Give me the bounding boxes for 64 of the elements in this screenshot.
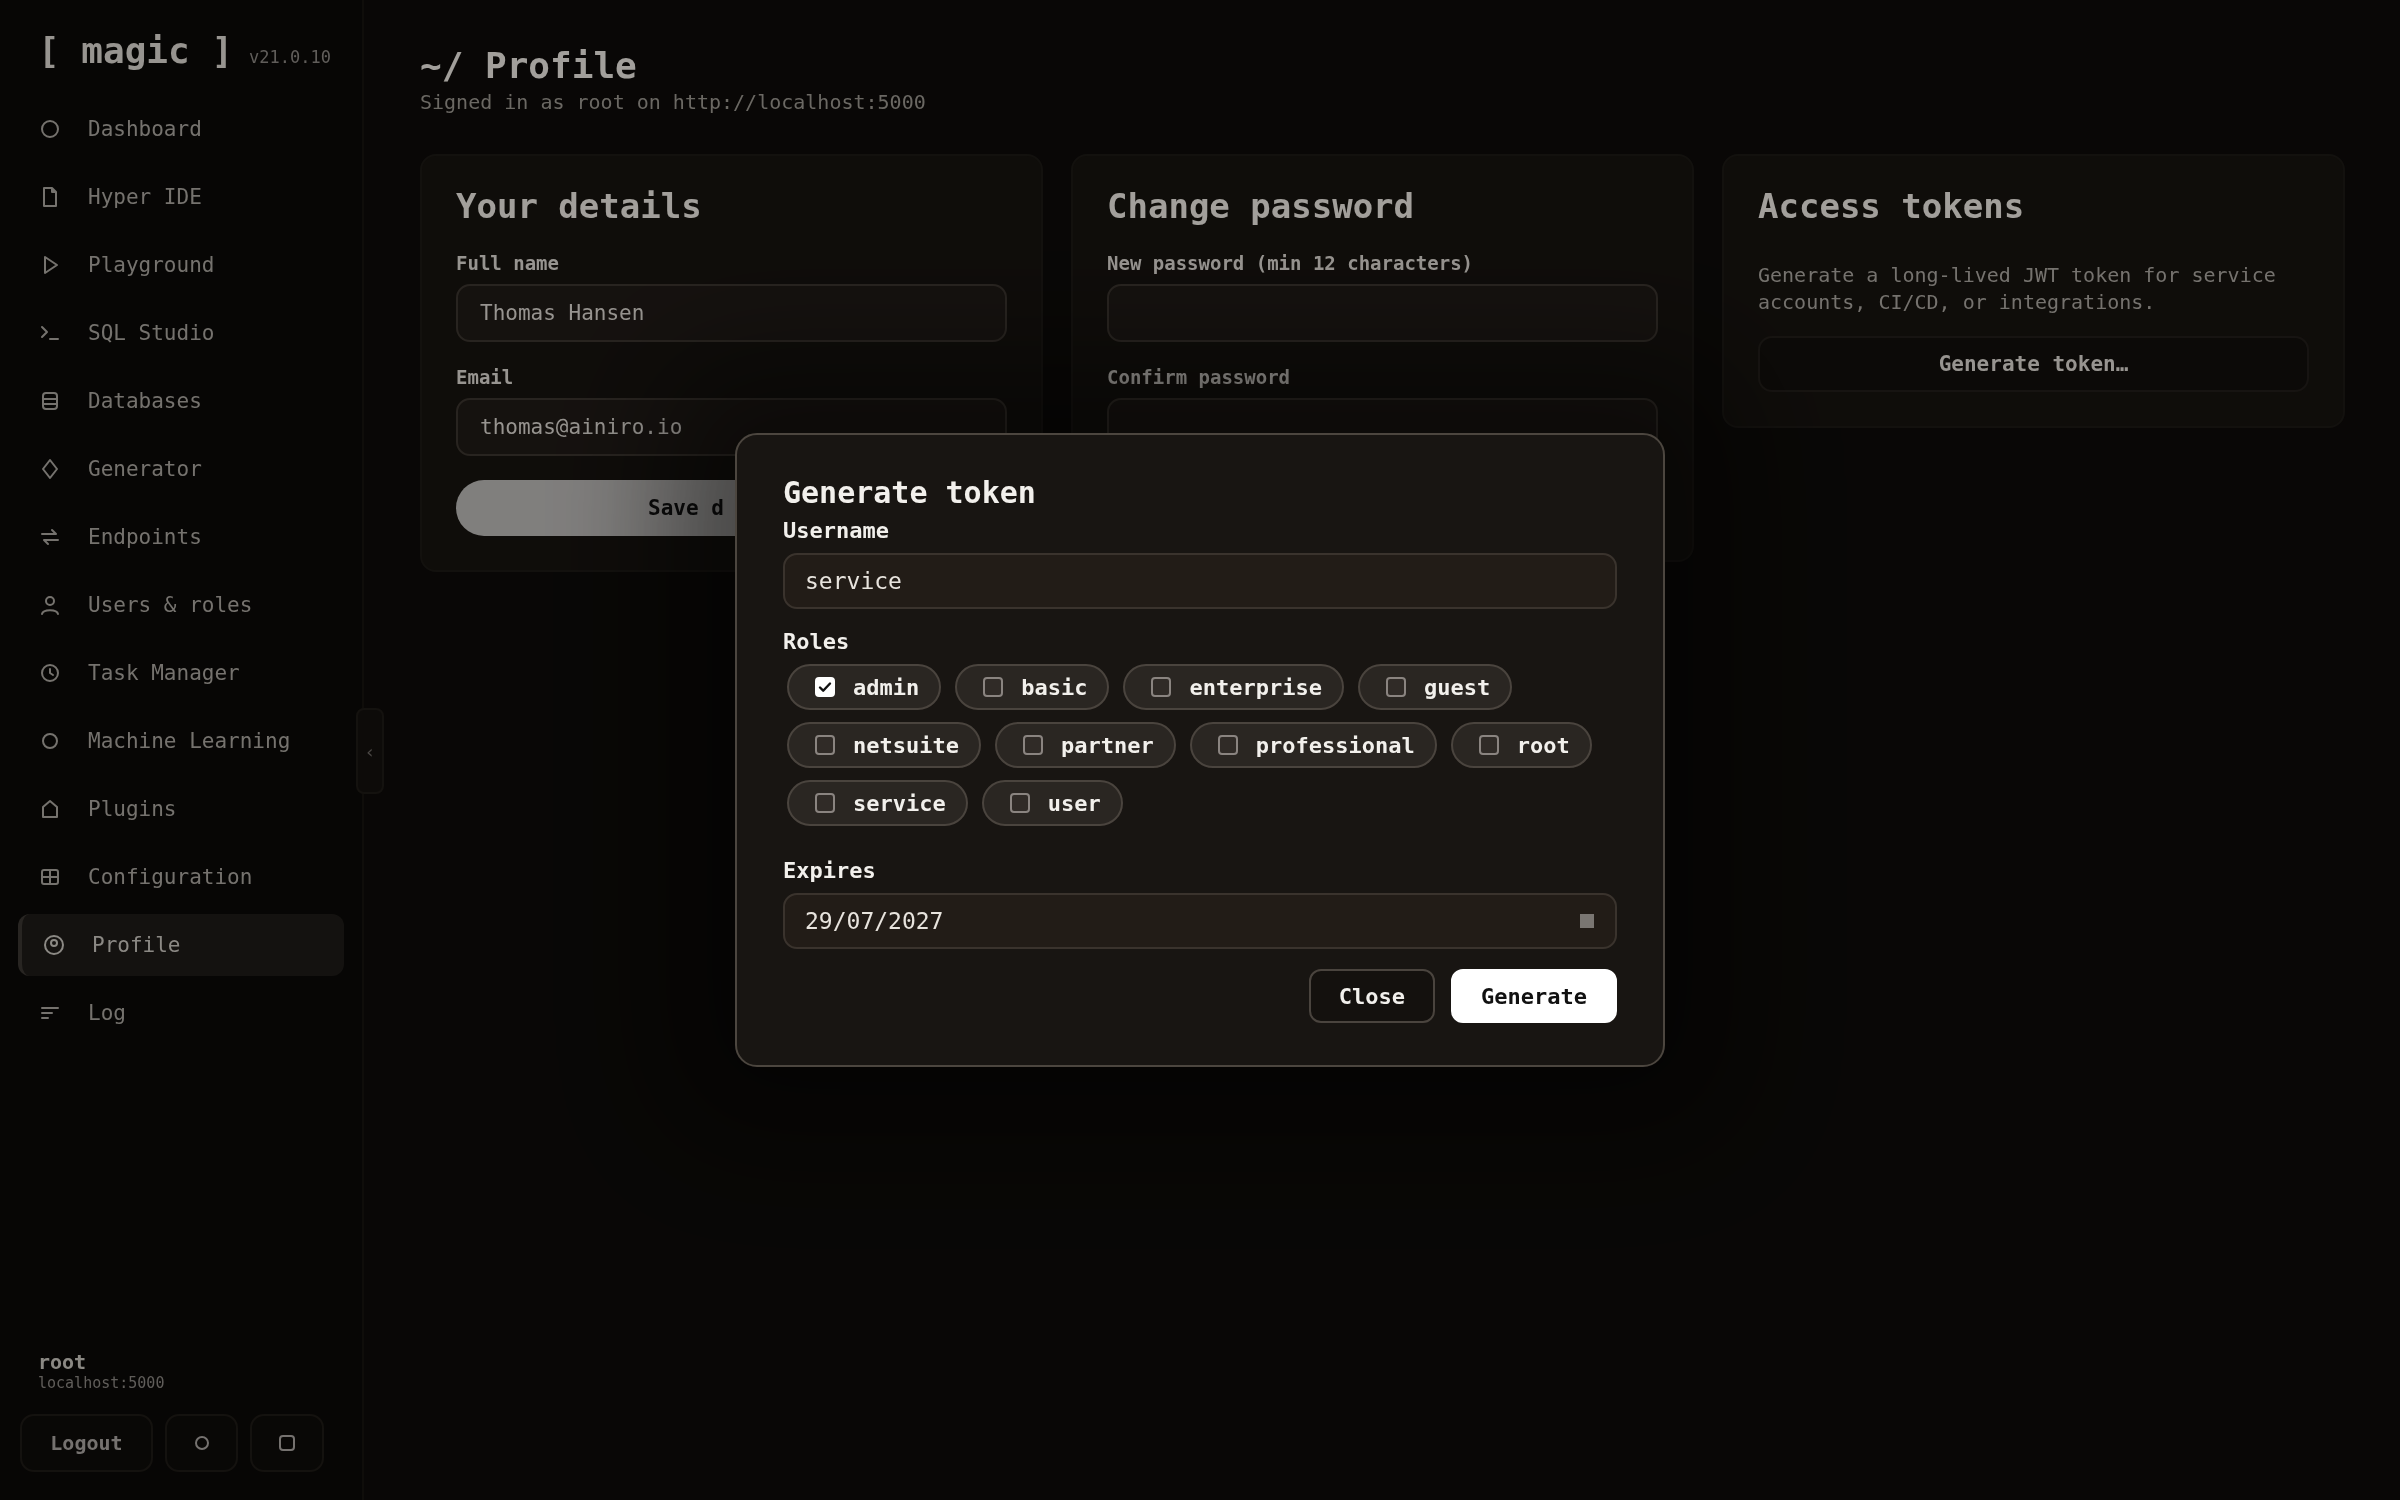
card-title: Access tokens — [1758, 186, 2026, 226]
sidebar-item[interactable]: Plugins — [18, 785, 344, 833]
field-label: Email — [456, 366, 514, 388]
checkbox[interactable] — [1009, 793, 1030, 813]
clock-icon — [38, 661, 62, 685]
input-field[interactable]: Thomas Hansen — [456, 284, 1007, 342]
settings-button[interactable] — [250, 1414, 324, 1472]
sidebar-item[interactable]: SQL Studio — [18, 309, 344, 357]
sidebar-item[interactable]: Log — [18, 989, 344, 1037]
field-label: Confirm password — [1107, 366, 1291, 388]
role-chip[interactable]: user — [981, 780, 1123, 826]
checkbox[interactable] — [1385, 677, 1406, 697]
sidebar-item[interactable]: Generator — [18, 445, 344, 493]
page-title: ~/ Profile — [420, 44, 638, 88]
field-label: Roles — [783, 629, 851, 654]
card-title: Change password — [1107, 186, 1416, 226]
input-field[interactable] — [1107, 284, 1658, 342]
calendar-icon[interactable] — [1579, 913, 1595, 929]
page-subtitle: Signed in as root on http://localhost:5000 — [420, 90, 927, 114]
checkbox[interactable] — [983, 677, 1004, 697]
checkbox[interactable] — [1151, 677, 1172, 697]
checkbox[interactable] — [1022, 735, 1043, 755]
sidebar-item[interactable]: Playground — [18, 241, 344, 289]
checkbox[interactable] — [1478, 735, 1499, 755]
sidebar-item[interactable]: Databases — [18, 377, 344, 425]
card-title: Your details — [456, 186, 703, 226]
logout-button[interactable]: Logout — [20, 1414, 153, 1472]
field-label: New password (min 12 characters) — [1107, 252, 1474, 274]
host-label: localhost:5000 — [38, 1374, 165, 1392]
sidebar-item[interactable]: Dashboard — [18, 105, 344, 153]
sidebar-item[interactable]: Task Manager — [18, 649, 344, 697]
card-description: Generate a long-lived JWT token for service accounts, CI/CD, or integrations. — [1758, 262, 2277, 316]
role-chip[interactable]: partner — [994, 722, 1176, 768]
field-label: Full name — [456, 252, 559, 274]
sidebar-item[interactable]: Hyper IDE — [18, 173, 344, 221]
sidebar-item[interactable]: Users & roles — [18, 581, 344, 629]
date-field[interactable]: 29/07/2027 — [783, 893, 1617, 949]
user-name: root — [38, 1350, 87, 1374]
close-button[interactable]: Close — [1308, 969, 1436, 1023]
role-chip[interactable]: professional — [1189, 722, 1437, 768]
user-icon — [38, 593, 62, 617]
checkbox[interactable] — [815, 793, 835, 813]
sidebar-item[interactable]: Configuration — [18, 853, 344, 901]
role-chip[interactable]: root — [1450, 722, 1592, 768]
checkbox[interactable] — [1217, 735, 1238, 755]
app-logo: [ magic ] — [38, 30, 234, 71]
circle-icon — [38, 117, 62, 141]
user-circle-icon — [42, 933, 66, 957]
role-chip[interactable]: admin — [787, 664, 942, 710]
role-chip[interactable]: guest — [1357, 664, 1513, 710]
role-chip[interactable]: enterprise — [1123, 664, 1344, 710]
checkbox[interactable] — [815, 735, 835, 755]
check-icon — [817, 679, 833, 695]
sidebar-item[interactable]: Endpoints — [18, 513, 344, 561]
role-chip[interactable]: netsuite — [787, 722, 981, 768]
generate-token-button[interactable]: Generate token… — [1758, 336, 2309, 392]
sidebar-item[interactable]: Profile — [18, 914, 344, 976]
version-label: v21.0.10 — [249, 47, 331, 67]
role-chip[interactable]: basic — [955, 664, 1110, 710]
role-chip[interactable]: service — [787, 780, 968, 826]
field-label: Expires — [783, 858, 877, 883]
username-field[interactable]: service — [783, 553, 1617, 609]
sidebar-item[interactable]: Machine Learning — [18, 717, 344, 765]
generate-button[interactable]: Generate — [1451, 969, 1617, 1023]
